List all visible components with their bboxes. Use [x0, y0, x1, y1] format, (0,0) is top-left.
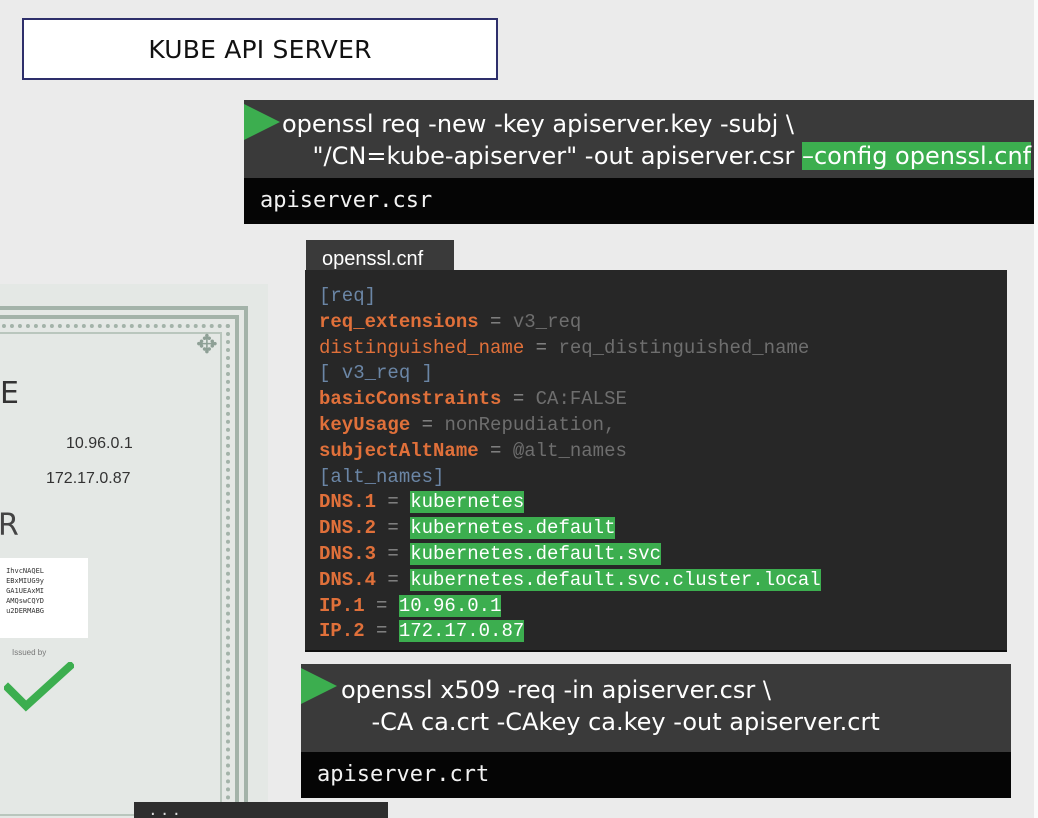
config-equals: = [524, 336, 559, 359]
certificate-ip-2: 172.17.0.87 [46, 470, 131, 487]
config-key: IP.2 [319, 620, 365, 643]
config-line: distinguished_name = req_distinguished_n… [319, 336, 1007, 362]
config-key: distinguished_name [319, 336, 525, 359]
config-line: DNS.2 = kubernetes.default [319, 516, 1007, 542]
command-line-2-text: "/CN=kube-apiserver" -out apiserver.csr [282, 142, 802, 170]
certificate-image: ✥ E 10.96.0.1 172.17.0.87 R IhvcNAQEL EB… [0, 284, 268, 818]
checkmark-icon [4, 662, 74, 712]
config-equals: = [410, 413, 445, 436]
config-value: 10.96.0.1 [398, 594, 502, 617]
config-value: 172.17.0.87 [398, 620, 525, 643]
command-line-1: openssl x509 -req -in apiserver.csr \ [341, 676, 771, 704]
config-key: IP.1 [319, 594, 365, 617]
certificate-ip-1: 10.96.0.1 [66, 435, 133, 452]
command-output: apiserver.csr [244, 178, 1034, 224]
certificate-letter-e: E [0, 376, 19, 411]
command-output: apiserver.crt [301, 752, 1011, 798]
config-line: [alt_names] [319, 465, 1007, 491]
config-equals: = [376, 542, 411, 565]
config-equals: = [501, 388, 536, 411]
issued-by-label: Issued by [12, 648, 47, 657]
command-header: openssl req -new -key apiserver.key -sub… [244, 100, 1034, 178]
code-line: u2DERMABG [6, 607, 44, 615]
config-value: req_distinguished_name [558, 336, 810, 359]
command-panel-crt: openssl x509 -req -in apiserver.csr \ -C… [301, 664, 1011, 798]
config-value: kubernetes [410, 491, 525, 514]
config-key: [ v3_req ] [319, 362, 434, 385]
slide-title: KUBE API SERVER [22, 18, 498, 80]
config-file-tab: openssl.cnf [306, 240, 454, 272]
config-line: basicConstraints = CA:FALSE [319, 387, 1007, 413]
command-line-2: "/CN=kube-apiserver" -out apiserver.csr … [282, 140, 1034, 172]
command-header: openssl x509 -req -in apiserver.csr \ -C… [301, 664, 1011, 752]
config-equals: = [478, 310, 513, 333]
config-line: IP.2 = 172.17.0.87 [319, 619, 1007, 645]
certificate-letter-r: R [0, 508, 19, 543]
config-line: [ v3_req ] [319, 361, 1007, 387]
config-flag-highlight: –config openssl.cnf [801, 142, 1032, 170]
config-value: kubernetes.default [410, 517, 616, 540]
config-equals: = [364, 620, 399, 643]
config-key: subjectAltName [319, 439, 479, 462]
config-value: v3_req [512, 310, 582, 333]
config-line: [req] [319, 284, 1007, 310]
config-equals: = [376, 568, 411, 591]
certificate-code-box: IhvcNAQEL EBxMIUG9y GA1UEAxMI AMQswCQYD … [0, 558, 88, 638]
config-file-panel: [req] req_extensions = v3_req distinguishe… [305, 270, 1007, 652]
config-value: CA:FALSE [535, 388, 627, 411]
config-line: IP.1 = 10.96.0.1 [319, 594, 1007, 620]
config-line: DNS.4 = kubernetes.default.svc.cluster.l… [319, 568, 1007, 594]
command-line-1: openssl req -new -key apiserver.key -sub… [282, 110, 795, 138]
code-line: AMQswCQYD [6, 597, 44, 605]
config-key: DNS.4 [319, 568, 377, 591]
config-line: DNS.3 = kubernetes.default.svc [319, 542, 1007, 568]
config-line: keyUsage = nonRepudiation, [319, 413, 1007, 439]
code-line: IhvcNAQEL [6, 567, 44, 575]
config-key: basicConstraints [319, 388, 502, 411]
config-value: kubernetes.default.svc [410, 542, 662, 565]
command-line-2: -CA ca.crt -CAkey ca.key -out apiserver.… [341, 708, 880, 736]
config-line: req_extensions = v3_req [319, 310, 1007, 336]
config-key: [alt_names] [319, 465, 445, 488]
config-line: DNS.1 = kubernetes [319, 490, 1007, 516]
config-equals: = [478, 439, 513, 462]
config-key: DNS.1 [319, 491, 377, 514]
config-key: DNS.2 [319, 517, 377, 540]
config-equals: = [364, 594, 399, 617]
config-line: subjectAltName = @alt_names [319, 439, 1007, 465]
code-line: GA1UEAxMI [6, 587, 44, 595]
config-key: DNS.3 [319, 542, 377, 565]
config-value: @alt_names [512, 439, 627, 462]
config-equals: = [376, 517, 411, 540]
command-panel-csr: openssl req -new -key apiserver.key -sub… [244, 100, 1034, 224]
play-icon [244, 104, 280, 140]
config-key: keyUsage [319, 413, 411, 436]
code-line: EBxMIUG9y [6, 577, 44, 585]
bottom-overlay-text: ··· [150, 804, 186, 818]
config-key: [req] [319, 285, 377, 307]
right-edge-strip [1034, 0, 1038, 818]
play-icon [301, 668, 337, 704]
config-equals: = [376, 491, 411, 514]
config-value: kubernetes.default.svc.cluster.local [410, 568, 821, 591]
config-value: nonRepudiation, [444, 413, 616, 436]
bottom-overlay: ··· [134, 802, 388, 818]
config-key: req_extensions [319, 310, 479, 333]
ornament-icon: ✥ [196, 330, 218, 360]
